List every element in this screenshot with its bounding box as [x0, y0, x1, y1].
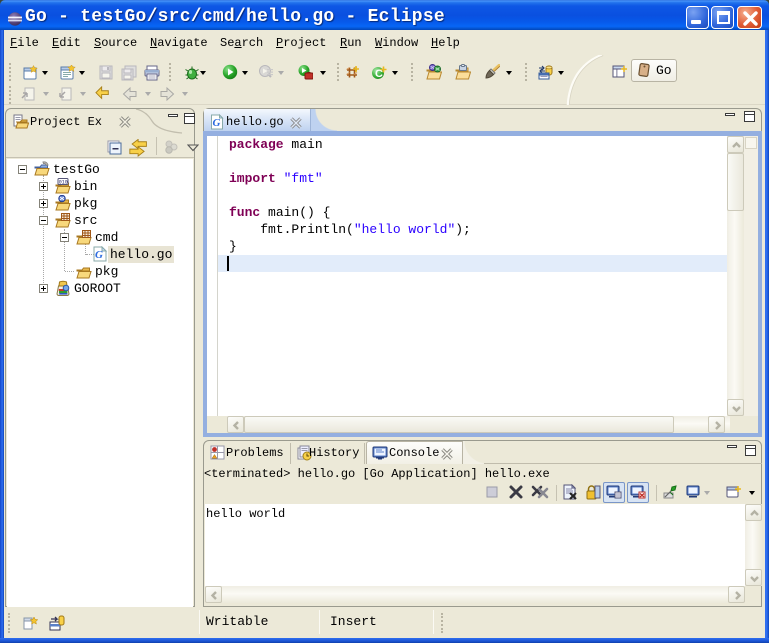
- svg-text:G: G: [95, 249, 103, 261]
- svg-text:010: 010: [59, 180, 68, 186]
- svg-text:G: G: [213, 117, 221, 129]
